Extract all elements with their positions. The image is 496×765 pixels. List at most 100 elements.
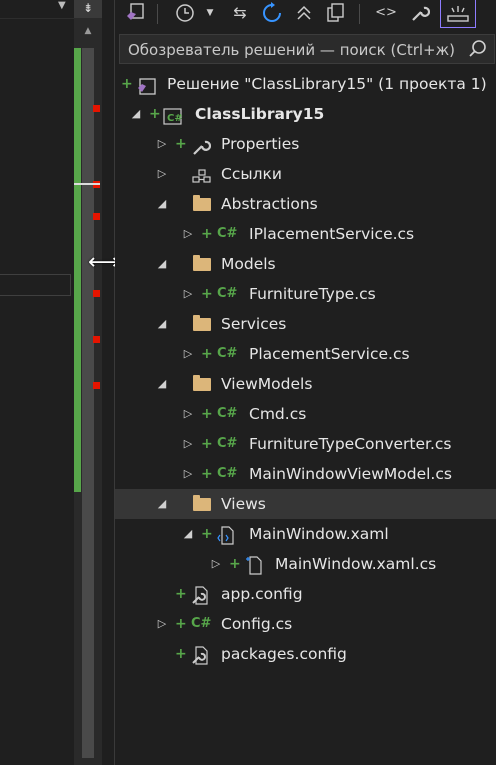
tree-item-label: app.config	[221, 585, 303, 603]
error-marker[interactable]	[93, 290, 100, 297]
tree-item-label: MainWindow.xaml	[249, 525, 389, 543]
tree-item-label: Cmd.cs	[249, 405, 307, 423]
search-input[interactable]	[128, 39, 466, 61]
pending-add-icon: +	[201, 406, 213, 422]
tree-item-file[interactable]: + app.config	[115, 579, 496, 609]
switch-views-icon[interactable]	[121, 0, 151, 26]
search-icon[interactable]	[468, 39, 488, 63]
tree-item-label: packages.config	[221, 645, 347, 663]
svg-text:C#: C#	[167, 113, 183, 124]
tree-item-folder-abstractions[interactable]: ◢ Abstractions	[115, 189, 496, 219]
solution-explorer: ▼ ⇆ <> + Решение "ClassLibrary15" (1	[115, 0, 496, 765]
expanded-arrow-icon[interactable]: ◢	[155, 309, 169, 339]
tree-item-label: ViewModels	[221, 375, 313, 393]
tree-item-label: MainWindow.xaml.cs	[275, 555, 437, 573]
pending-add-icon: +	[201, 346, 213, 362]
refresh-icon[interactable]	[259, 0, 285, 26]
pending-add-icon: +	[121, 76, 133, 92]
expanded-arrow-icon[interactable]: ◢	[155, 489, 169, 519]
pending-add-icon: +	[201, 286, 213, 302]
expanded-arrow-icon[interactable]: ◢	[155, 369, 169, 399]
tree-item-label: PlacementService.cs	[249, 345, 410, 363]
chevron-down-icon[interactable]: ▼	[203, 0, 217, 26]
tree-item-label: ClassLibrary15	[195, 105, 325, 123]
properties-wrench-icon[interactable]	[407, 0, 433, 26]
tree-item-project[interactable]: ◢ + C# ClassLibrary15	[115, 99, 496, 129]
tree-item-file[interactable]: ▷ + C# MainWindowViewModel.cs	[115, 459, 496, 489]
tree-item-file[interactable]: ▷ + C# PlacementService.cs	[115, 339, 496, 369]
tree-item-file[interactable]: ▷ + C# Config.cs	[115, 609, 496, 639]
xaml-file-icon	[217, 526, 235, 545]
pending-add-icon: +	[175, 616, 187, 632]
tree-item-file[interactable]: ▷ + C# FurnitureTypeConverter.cs	[115, 429, 496, 459]
error-marker[interactable]	[93, 382, 100, 389]
pending-add-icon: +	[149, 106, 161, 122]
collapsed-arrow-icon[interactable]: ▷	[155, 159, 169, 189]
tree-item-file[interactable]: ▷ + MainWindow.xaml.cs	[115, 549, 496, 579]
expanded-arrow-icon[interactable]: ◢	[155, 189, 169, 219]
tree-item-label: Решение "ClassLibrary15" (1 проекта 1)	[167, 75, 487, 93]
preview-selected-items-icon[interactable]	[440, 0, 476, 28]
folder-icon	[193, 315, 211, 331]
tree-item-file[interactable]: ▷ + C# FurnitureType.cs	[115, 279, 496, 309]
tree-item-label: FurnitureType.cs	[249, 285, 376, 303]
error-marker[interactable]	[93, 213, 100, 220]
code-view-icon[interactable]: <>	[373, 0, 399, 26]
collapsed-arrow-icon[interactable]: ▷	[155, 129, 169, 159]
pending-add-icon: +	[175, 646, 187, 662]
references-icon	[191, 166, 211, 183]
solution-explorer-toolbar: ▼ ⇆ <>	[115, 0, 496, 30]
pending-add-icon: +	[201, 226, 213, 242]
tree-item-solution[interactable]: + Решение "ClassLibrary15" (1 проекта 1)	[115, 69, 496, 99]
config-file-icon	[191, 646, 209, 665]
split-window-icon[interactable]: ⇟	[74, 0, 102, 18]
collapse-all-icon[interactable]	[291, 0, 317, 26]
tree-item-file[interactable]: ▷ + C# IPlacementService.cs	[115, 219, 496, 249]
history-icon[interactable]	[173, 0, 197, 26]
show-all-files-icon[interactable]	[323, 0, 349, 26]
pending-add-icon: +	[229, 556, 241, 572]
csharp-file-icon: C#	[217, 406, 238, 421]
tree-item-label: Views	[221, 495, 266, 513]
tree-item-folder-viewmodels[interactable]: ◢ ViewModels	[115, 369, 496, 399]
tree-item-label: Config.cs	[221, 615, 293, 633]
tree-item-label: FurnitureTypeConverter.cs	[249, 435, 452, 453]
scroll-up-icon[interactable]: ▲	[74, 26, 102, 42]
config-file-icon	[191, 586, 209, 605]
error-marker[interactable]	[93, 336, 100, 343]
panel-splitter[interactable]	[102, 0, 115, 765]
search-box[interactable]	[119, 34, 495, 64]
solution-icon	[137, 76, 156, 95]
folder-icon	[193, 375, 211, 391]
sync-with-active-document-icon[interactable]: ⇆	[227, 0, 253, 26]
collapsed-arrow-icon[interactable]: ▷	[209, 549, 223, 579]
collapsed-arrow-icon[interactable]: ▷	[181, 279, 195, 309]
collapsed-arrow-icon[interactable]: ▷	[181, 399, 195, 429]
editor-field	[0, 274, 71, 296]
tree-item-label: IPlacementService.cs	[249, 225, 415, 243]
collapsed-arrow-icon[interactable]: ▷	[181, 459, 195, 489]
tree-item-file[interactable]: + packages.config	[115, 639, 496, 669]
tree-item-folder-services[interactable]: ◢ Services	[115, 309, 496, 339]
error-marker[interactable]	[93, 105, 100, 112]
collapsed-arrow-icon[interactable]: ▷	[181, 429, 195, 459]
wrench-icon	[191, 136, 212, 155]
editor-area: ▼	[0, 0, 74, 765]
folder-icon	[193, 255, 211, 271]
collapsed-arrow-icon[interactable]: ▷	[181, 219, 195, 249]
expanded-arrow-icon[interactable]: ◢	[181, 519, 195, 549]
tree-item-file[interactable]: ▷ + C# Cmd.cs	[115, 399, 496, 429]
collapsed-arrow-icon[interactable]: ▷	[181, 339, 195, 369]
scrollbar-thumb[interactable]	[82, 48, 94, 758]
collapsed-arrow-icon[interactable]: ▷	[155, 609, 169, 639]
tree-item-references[interactable]: ▷ Ссылки	[115, 159, 496, 189]
pending-add-icon: +	[175, 136, 187, 152]
tree-item-properties[interactable]: ▷ + Properties	[115, 129, 496, 159]
expanded-arrow-icon[interactable]: ◢	[129, 99, 143, 129]
tree-item-folder-models[interactable]: ◢ Models	[115, 249, 496, 279]
csharp-file-icon: C#	[217, 286, 238, 301]
tree-item-file[interactable]: ◢ + MainWindow.xaml	[115, 519, 496, 549]
tree-item-folder-views[interactable]: ◢ Views	[115, 489, 496, 519]
chevron-down-icon[interactable]: ▼	[58, 0, 66, 11]
expanded-arrow-icon[interactable]: ◢	[155, 249, 169, 279]
